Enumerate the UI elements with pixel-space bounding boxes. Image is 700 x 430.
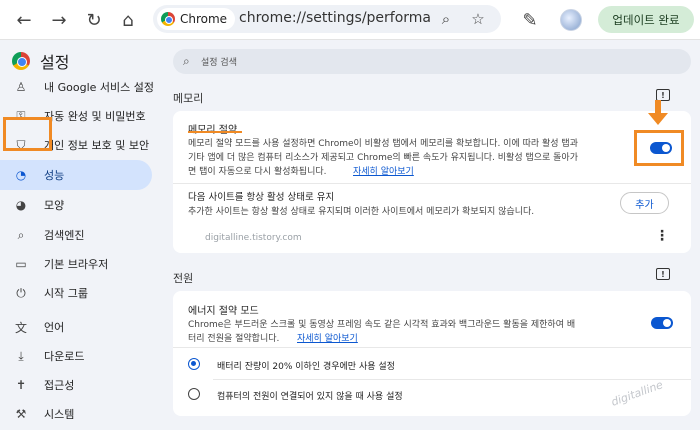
memory-saver-desc-2: 기타 앱에 더 많은 컴퓨터 리소스가 제공되고 Chrome의 빠른 속도가 …: [188, 153, 578, 163]
search-icon: ⌕: [183, 54, 190, 68]
wrench-icon: ⚒: [15, 407, 27, 421]
sidebar-item-appearance[interactable]: ◕ 모양: [0, 190, 152, 220]
sidebar-item-accessibility[interactable]: ✝ 접근성: [0, 370, 152, 400]
sidebar-item-languages[interactable]: 文 언어: [0, 312, 152, 342]
add-site-button[interactable]: 추가: [620, 192, 669, 214]
address-bar[interactable]: Chrome chrome://settings/performa ⌕ ☆: [153, 5, 501, 33]
settings-title: 설정: [40, 53, 70, 72]
home-icon[interactable]: ⌂: [116, 8, 140, 32]
sidebar-item-label: 다운로드: [44, 350, 85, 363]
update-button[interactable]: 업데이트 완료: [598, 6, 694, 33]
sidebar-item-label: 검색엔진: [44, 229, 85, 242]
sidebar-item-label: 기본 브라우저: [44, 258, 109, 271]
sidebar-item-search-engine[interactable]: ⌕ 검색엔진: [0, 220, 152, 250]
browser-icon: ▭: [15, 257, 27, 271]
sidebar-item-label: 모양: [44, 199, 65, 212]
sidebar-item-label: 접근성: [44, 379, 75, 392]
sidebar-item-label: 내 Google 서비스 설정: [44, 81, 154, 94]
settings-sidebar: 설정 ♙ 내 Google 서비스 설정 ⚿ 자동 완성 및 비밀번호 ⛉ 개인…: [0, 41, 160, 430]
accessibility-icon: ✝: [15, 378, 27, 392]
power-section-title: 전원: [173, 272, 194, 285]
bookmark-star-icon[interactable]: ☆: [467, 8, 489, 30]
sidebar-item-on-startup[interactable]: ⏻ 시작 그룹: [0, 278, 152, 308]
search-icon: ⌕: [17, 227, 25, 242]
translate-icon: 文: [14, 320, 27, 335]
unplugged-option-label: 컴퓨터의 전원이 연결되어 있지 않을 때 사용 설정: [217, 392, 403, 402]
battery-20-option-label: 배터리 잔량이 20% 이하인 경우에만 사용 설정: [217, 362, 395, 372]
sidebar-item-label: 자동 완성 및 비밀번호: [44, 110, 146, 123]
speedometer-icon: ◔: [15, 168, 27, 182]
sidebar-item-label: 성능: [44, 169, 65, 182]
sidebar-item-downloads[interactable]: ⤓ 다운로드: [0, 341, 152, 371]
download-icon: ⤓: [18, 348, 24, 363]
back-arrow-icon[interactable]: ←: [12, 8, 36, 32]
feedback-icon[interactable]: !: [656, 268, 670, 280]
watermark-url: digitalline.tistory.com: [205, 233, 302, 243]
person-icon: ♙: [15, 80, 27, 94]
sidebar-item-default-browser[interactable]: ▭ 기본 브라우저: [0, 249, 152, 279]
highlight-arrow-icon: [648, 100, 668, 128]
always-active-title: 다음 사이트를 항상 활성 상태로 유지: [188, 192, 335, 203]
sidebar-item-system[interactable]: ⚒ 시스템: [0, 399, 152, 429]
energy-saver-desc-2: 터리 전원을 절약합니다.: [188, 334, 280, 344]
profile-avatar[interactable]: [560, 9, 582, 31]
sidebar-item-label: 시스템: [44, 408, 75, 421]
memory-card: 메모리 절약 메모리 절약 모드를 사용 설정하면 Chrome이 비활성 탭에…: [173, 111, 691, 253]
power-icon: ⏻: [16, 285, 26, 300]
browser-toolbar: ← → ↻ ⌂ Chrome chrome://settings/perform…: [0, 0, 700, 40]
divider: [173, 347, 691, 348]
sidebar-item-label: 시작 그룹: [44, 287, 88, 300]
sidebar-item-google-services[interactable]: ♙ 내 Google 서비스 설정: [0, 72, 154, 102]
memory-section-title: 메모리: [173, 92, 204, 105]
energy-saver-desc-1: Chrome은 부드러운 스크롤 및 동영상 프레임 속도 같은 시각적 효과와…: [188, 320, 576, 330]
settings-search-input[interactable]: ⌕ 설정 검색: [173, 49, 691, 74]
energy-learn-more-link[interactable]: 자세히 알아보기: [297, 331, 358, 344]
memory-saver-desc-1: 메모리 절약 모드를 사용 설정하면 Chrome이 비활성 탭에서 메모리를 …: [188, 139, 578, 149]
highlight-box-toggle: [634, 130, 684, 166]
unplugged-radio[interactable]: [188, 388, 200, 400]
always-active-desc: 추가한 사이트는 항상 활성 상태로 유지되며 이러한 사이트에서 메모리가 확…: [188, 207, 535, 217]
settings-header: 설정: [12, 49, 69, 73]
url-text[interactable]: chrome://settings/performa: [239, 10, 431, 26]
palette-icon: ◕: [15, 198, 27, 212]
sidebar-item-label: 언어: [44, 321, 65, 334]
pen-icon[interactable]: ✎: [518, 8, 542, 32]
more-options-icon[interactable]: ⋮: [655, 228, 669, 244]
site-chip[interactable]: Chrome: [157, 8, 236, 30]
energy-saver-title: 에너지 절약 모드: [188, 306, 259, 317]
search-placeholder: 설정 검색: [201, 58, 237, 68]
chrome-logo-icon: [161, 12, 175, 26]
reload-icon[interactable]: ↻: [82, 8, 106, 32]
divider: [173, 183, 691, 184]
memory-saver-title: 메모리 절약: [188, 121, 237, 136]
battery-20-radio[interactable]: [188, 358, 200, 370]
sidebar-item-label: 개인 정보 보호 및 보안: [44, 139, 150, 152]
energy-saver-toggle[interactable]: [651, 317, 673, 329]
memory-saver-desc-3: 면 탭이 자동으로 다시 활성화됩니다.: [188, 167, 327, 177]
divider: [213, 379, 691, 380]
forward-arrow-icon[interactable]: →: [47, 8, 71, 32]
memory-learn-more-link[interactable]: 자세히 알아보기: [353, 164, 414, 177]
highlight-underline: [188, 131, 242, 133]
sidebar-item-performance[interactable]: ◔ 성능: [0, 160, 152, 190]
highlight-box-performance: [3, 117, 52, 151]
chrome-logo-icon: [12, 52, 30, 70]
site-chip-label: Chrome: [180, 12, 228, 26]
zoom-icon[interactable]: ⌕: [435, 8, 457, 30]
